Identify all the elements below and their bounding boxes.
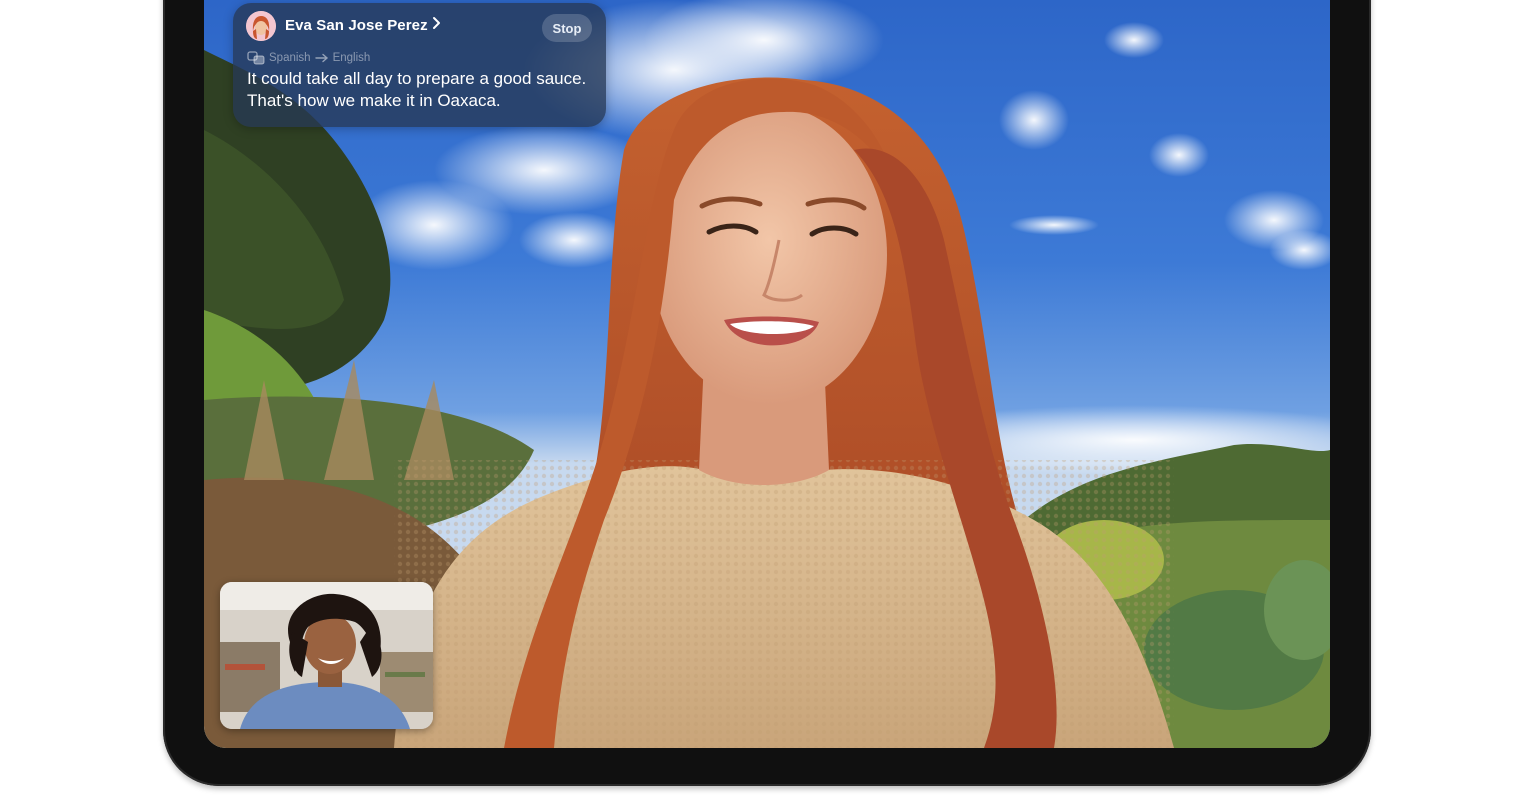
live-translation-caption: Eva San Jose Perez Stop Spanish English … bbox=[233, 3, 606, 127]
chevron-right-icon[interactable] bbox=[431, 15, 441, 36]
stop-translation-button[interactable]: Stop bbox=[542, 14, 592, 42]
language-pair: Spanish English bbox=[247, 50, 370, 66]
speaker-avatar[interactable] bbox=[246, 11, 276, 41]
memoji-avatar-icon bbox=[246, 11, 276, 41]
source-language: Spanish bbox=[269, 52, 311, 64]
translate-icon bbox=[247, 51, 265, 65]
translated-caption-text: It could take all day to prepare a good … bbox=[247, 69, 587, 110]
self-view-pip[interactable] bbox=[220, 582, 433, 729]
arrow-right-icon bbox=[314, 53, 328, 63]
speaker-name[interactable]: Eva San Jose Perez bbox=[285, 17, 428, 34]
target-language: English bbox=[332, 52, 371, 64]
local-participant-video bbox=[220, 582, 433, 729]
